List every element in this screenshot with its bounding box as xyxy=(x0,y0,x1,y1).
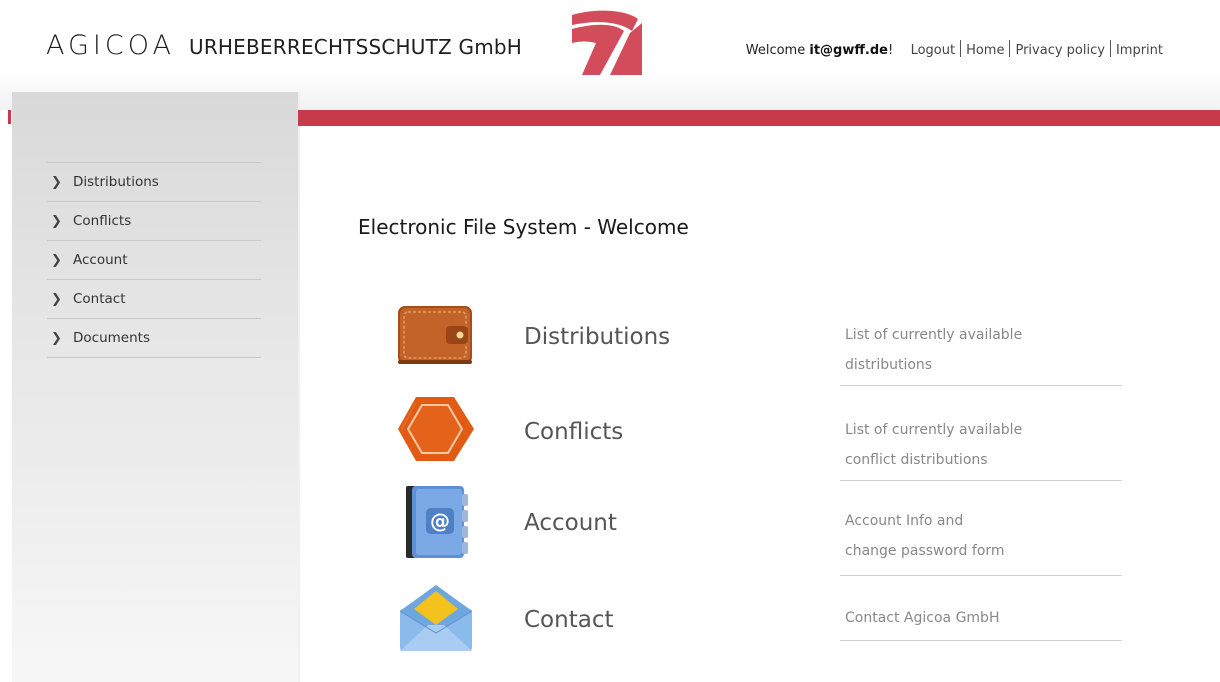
privacy-policy-link[interactable]: Privacy policy xyxy=(1010,43,1109,58)
feature-distributions: Distributions List of currently availabl… xyxy=(390,300,1130,390)
chevron-right-icon: ❯ xyxy=(51,252,62,268)
logout-link[interactable]: Logout xyxy=(906,43,961,58)
divider xyxy=(840,640,1122,641)
divider xyxy=(840,385,1122,386)
brand-name: AGICOA xyxy=(46,30,175,61)
chevron-right-icon: ❯ xyxy=(51,213,62,229)
brand-subtitle: URHEBERRECHTSSCHUTZ GmbH xyxy=(188,35,523,59)
sidebar-item-label: Distributions xyxy=(73,174,159,190)
welcome-text: Welcome it@gwff.de! xyxy=(745,43,894,58)
sidebar: ❯ Distributions ❯ Conflicts ❯ Account ❯ Cont… xyxy=(12,92,300,682)
sidebar-item-account[interactable]: ❯ Account xyxy=(47,241,261,280)
svg-text:@: @ xyxy=(430,509,450,533)
feature-description: List of currently available conflict dist… xyxy=(845,422,1023,468)
hexagon-icon[interactable] xyxy=(390,395,480,470)
sidebar-item-label: Documents xyxy=(73,330,150,346)
envelope-icon[interactable] xyxy=(390,583,480,658)
imprint-link[interactable]: Imprint xyxy=(1111,43,1168,58)
sidebar-item-documents[interactable]: ❯ Documents xyxy=(47,319,261,358)
agicoa-logo-icon xyxy=(570,9,642,75)
feature-title[interactable]: Contact xyxy=(524,607,613,633)
feature-description: List of currently available distributions xyxy=(845,327,1023,373)
feature-description: Contact Agicoa GmbH xyxy=(845,610,1000,626)
user-email: it@gwff.de xyxy=(809,43,888,58)
divider xyxy=(840,575,1122,576)
feature-contact: Contact Contact Agicoa GmbH xyxy=(390,583,1130,673)
feature-conflicts: Conflicts List of currently available con… xyxy=(390,395,1130,485)
chevron-right-icon: ❯ xyxy=(51,330,62,346)
sidebar-item-label: Conflicts xyxy=(73,213,132,229)
top-navigation: Welcome it@gwff.de! Logout Home Privacy po… xyxy=(746,40,1168,58)
sidebar-item-label: Account xyxy=(73,252,128,268)
feature-title[interactable]: Conflicts xyxy=(524,419,623,445)
feature-title[interactable]: Account xyxy=(524,510,617,536)
wallet-icon[interactable] xyxy=(390,300,480,375)
accent-bar-left xyxy=(8,110,11,124)
feature-title[interactable]: Distributions xyxy=(524,324,670,350)
brand: AGICOA URHEBERRECHTSSCHUTZ GmbH xyxy=(46,30,522,61)
sidebar-menu: ❯ Distributions ❯ Conflicts ❯ Account ❯ Cont… xyxy=(47,162,261,358)
accent-bar xyxy=(298,110,1220,126)
feature-description: Account Info and change password form xyxy=(845,513,1005,559)
sidebar-item-distributions[interactable]: ❯ Distributions xyxy=(47,163,261,202)
divider xyxy=(840,480,1122,481)
page-title: Electronic File System - Welcome xyxy=(358,215,689,239)
chevron-right-icon: ❯ xyxy=(51,174,62,190)
sidebar-item-contact[interactable]: ❯ Contact xyxy=(47,280,261,319)
feature-account: @ Account Account Info and change passwor… xyxy=(390,486,1130,576)
sidebar-item-conflicts[interactable]: ❯ Conflicts xyxy=(47,202,261,241)
address-book-icon[interactable]: @ xyxy=(390,486,480,561)
home-link[interactable]: Home xyxy=(961,43,1009,58)
chevron-right-icon: ❯ xyxy=(51,291,62,307)
sidebar-item-label: Contact xyxy=(73,291,126,307)
